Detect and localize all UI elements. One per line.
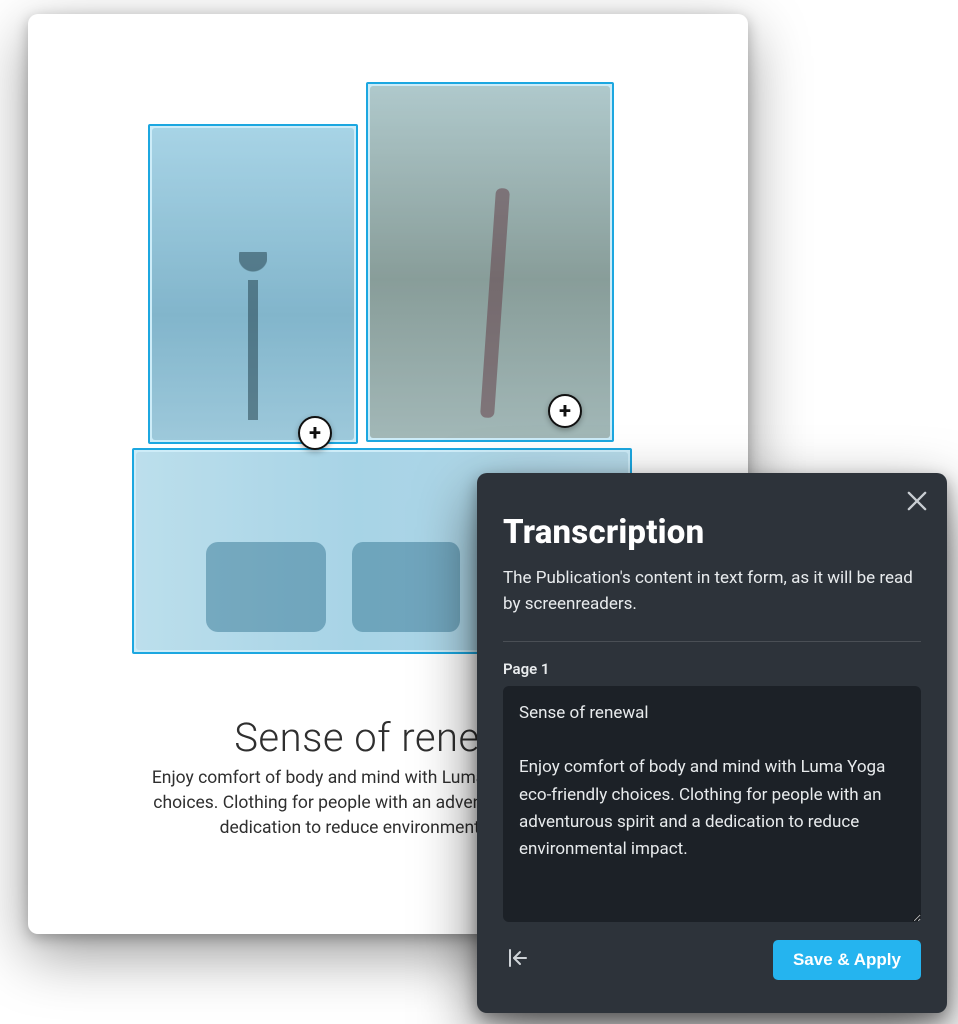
save-apply-button[interactable]: Save & Apply (773, 940, 921, 980)
add-region-button-1[interactable]: + (298, 416, 332, 450)
divider (503, 641, 921, 642)
selection-overlay-2[interactable] (366, 82, 614, 442)
collapse-button[interactable] (503, 945, 533, 975)
panel-description: The Publication's content in text form, … (503, 566, 921, 617)
close-button[interactable] (903, 487, 931, 515)
transcription-panel: Transcription The Publication's content … (477, 473, 947, 1013)
panel-title: Transcription (503, 513, 921, 552)
add-region-button-2[interactable]: + (548, 394, 582, 428)
collapse-left-icon (506, 946, 530, 974)
plus-icon: + (559, 399, 571, 424)
transcription-textarea[interactable] (503, 686, 921, 922)
plus-icon: + (309, 421, 321, 446)
selection-overlay-1[interactable] (148, 124, 358, 444)
page-label: Page 1 (503, 660, 921, 678)
close-icon (903, 500, 931, 519)
panel-footer: Save & Apply (503, 940, 921, 980)
